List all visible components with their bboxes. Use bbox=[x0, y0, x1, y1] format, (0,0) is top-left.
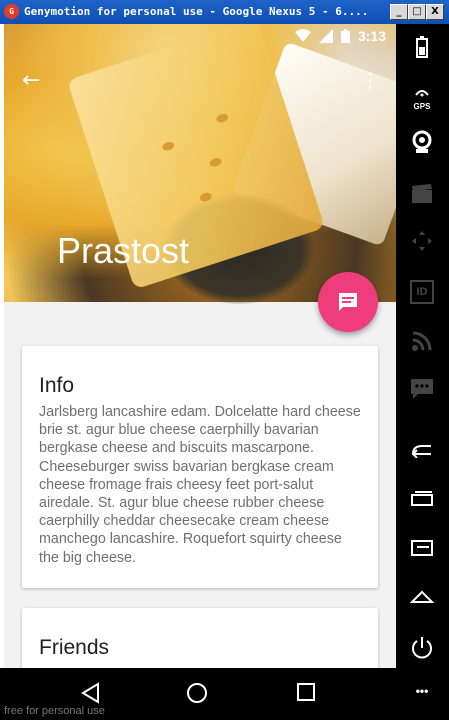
wifi-icon bbox=[294, 29, 311, 42]
message-fab-button[interactable] bbox=[318, 272, 378, 332]
clapboard-icon[interactable] bbox=[406, 184, 438, 212]
menu-icon[interactable] bbox=[406, 540, 438, 568]
id-label: ID bbox=[410, 280, 434, 304]
watermark-text: free for personal use bbox=[4, 705, 105, 717]
genymotion-icon: G bbox=[4, 4, 19, 19]
nav-back-icon[interactable] bbox=[80, 682, 100, 704]
webcam-icon[interactable] bbox=[406, 130, 438, 158]
id-icon[interactable]: ID bbox=[406, 280, 438, 308]
battery-status-icon bbox=[340, 29, 350, 43]
close-button[interactable]: X bbox=[426, 4, 444, 20]
back-arrow-icon[interactable]: ← bbox=[22, 68, 40, 93]
recent-apps-icon[interactable] bbox=[406, 490, 438, 518]
overflow-menu-icon[interactable]: ⋮ bbox=[360, 68, 380, 92]
friends-card: Friends bbox=[22, 608, 378, 668]
status-time: 3:13 bbox=[357, 28, 386, 44]
home-icon[interactable] bbox=[406, 588, 438, 616]
friends-card-title: Friends bbox=[39, 636, 110, 659]
battery-icon[interactable] bbox=[406, 36, 438, 64]
dpad-icon[interactable] bbox=[406, 230, 438, 258]
window-title: Genymotion for personal use - Google Nex… bbox=[24, 5, 369, 18]
signal-icon bbox=[318, 29, 333, 43]
info-card-title: Info bbox=[39, 374, 75, 397]
gps-icon[interactable]: GPS bbox=[406, 84, 438, 112]
minimize-button[interactable]: _ bbox=[390, 4, 408, 20]
gps-label: GPS bbox=[413, 102, 431, 111]
window-titlebar: G Genymotion for personal use - Google N… bbox=[0, 0, 449, 24]
status-bar: 3:13 bbox=[4, 24, 396, 48]
emulator-toolbar: GPS ID ••• bbox=[396, 24, 449, 720]
page-title: Prastost bbox=[57, 230, 190, 271]
nav-recents-icon[interactable] bbox=[296, 682, 316, 702]
maximize-button[interactable]: □ bbox=[408, 4, 426, 20]
phone-screen: 3:13 ← ⋮ Prastost Info Jarlsberg lancash… bbox=[4, 24, 396, 668]
rss-icon[interactable] bbox=[406, 330, 438, 358]
info-card-body: Jarlsberg lancashire edam. Dolcelatte ha… bbox=[39, 404, 361, 566]
sms-icon[interactable] bbox=[406, 378, 438, 406]
more-icon[interactable]: ••• bbox=[406, 684, 438, 712]
power-icon[interactable] bbox=[406, 636, 438, 664]
info-card: Info Jarlsberg lancashire edam. Dolcelat… bbox=[22, 346, 378, 588]
message-icon bbox=[339, 293, 357, 311]
nav-home-icon[interactable] bbox=[186, 682, 208, 704]
back-icon[interactable] bbox=[406, 442, 438, 470]
